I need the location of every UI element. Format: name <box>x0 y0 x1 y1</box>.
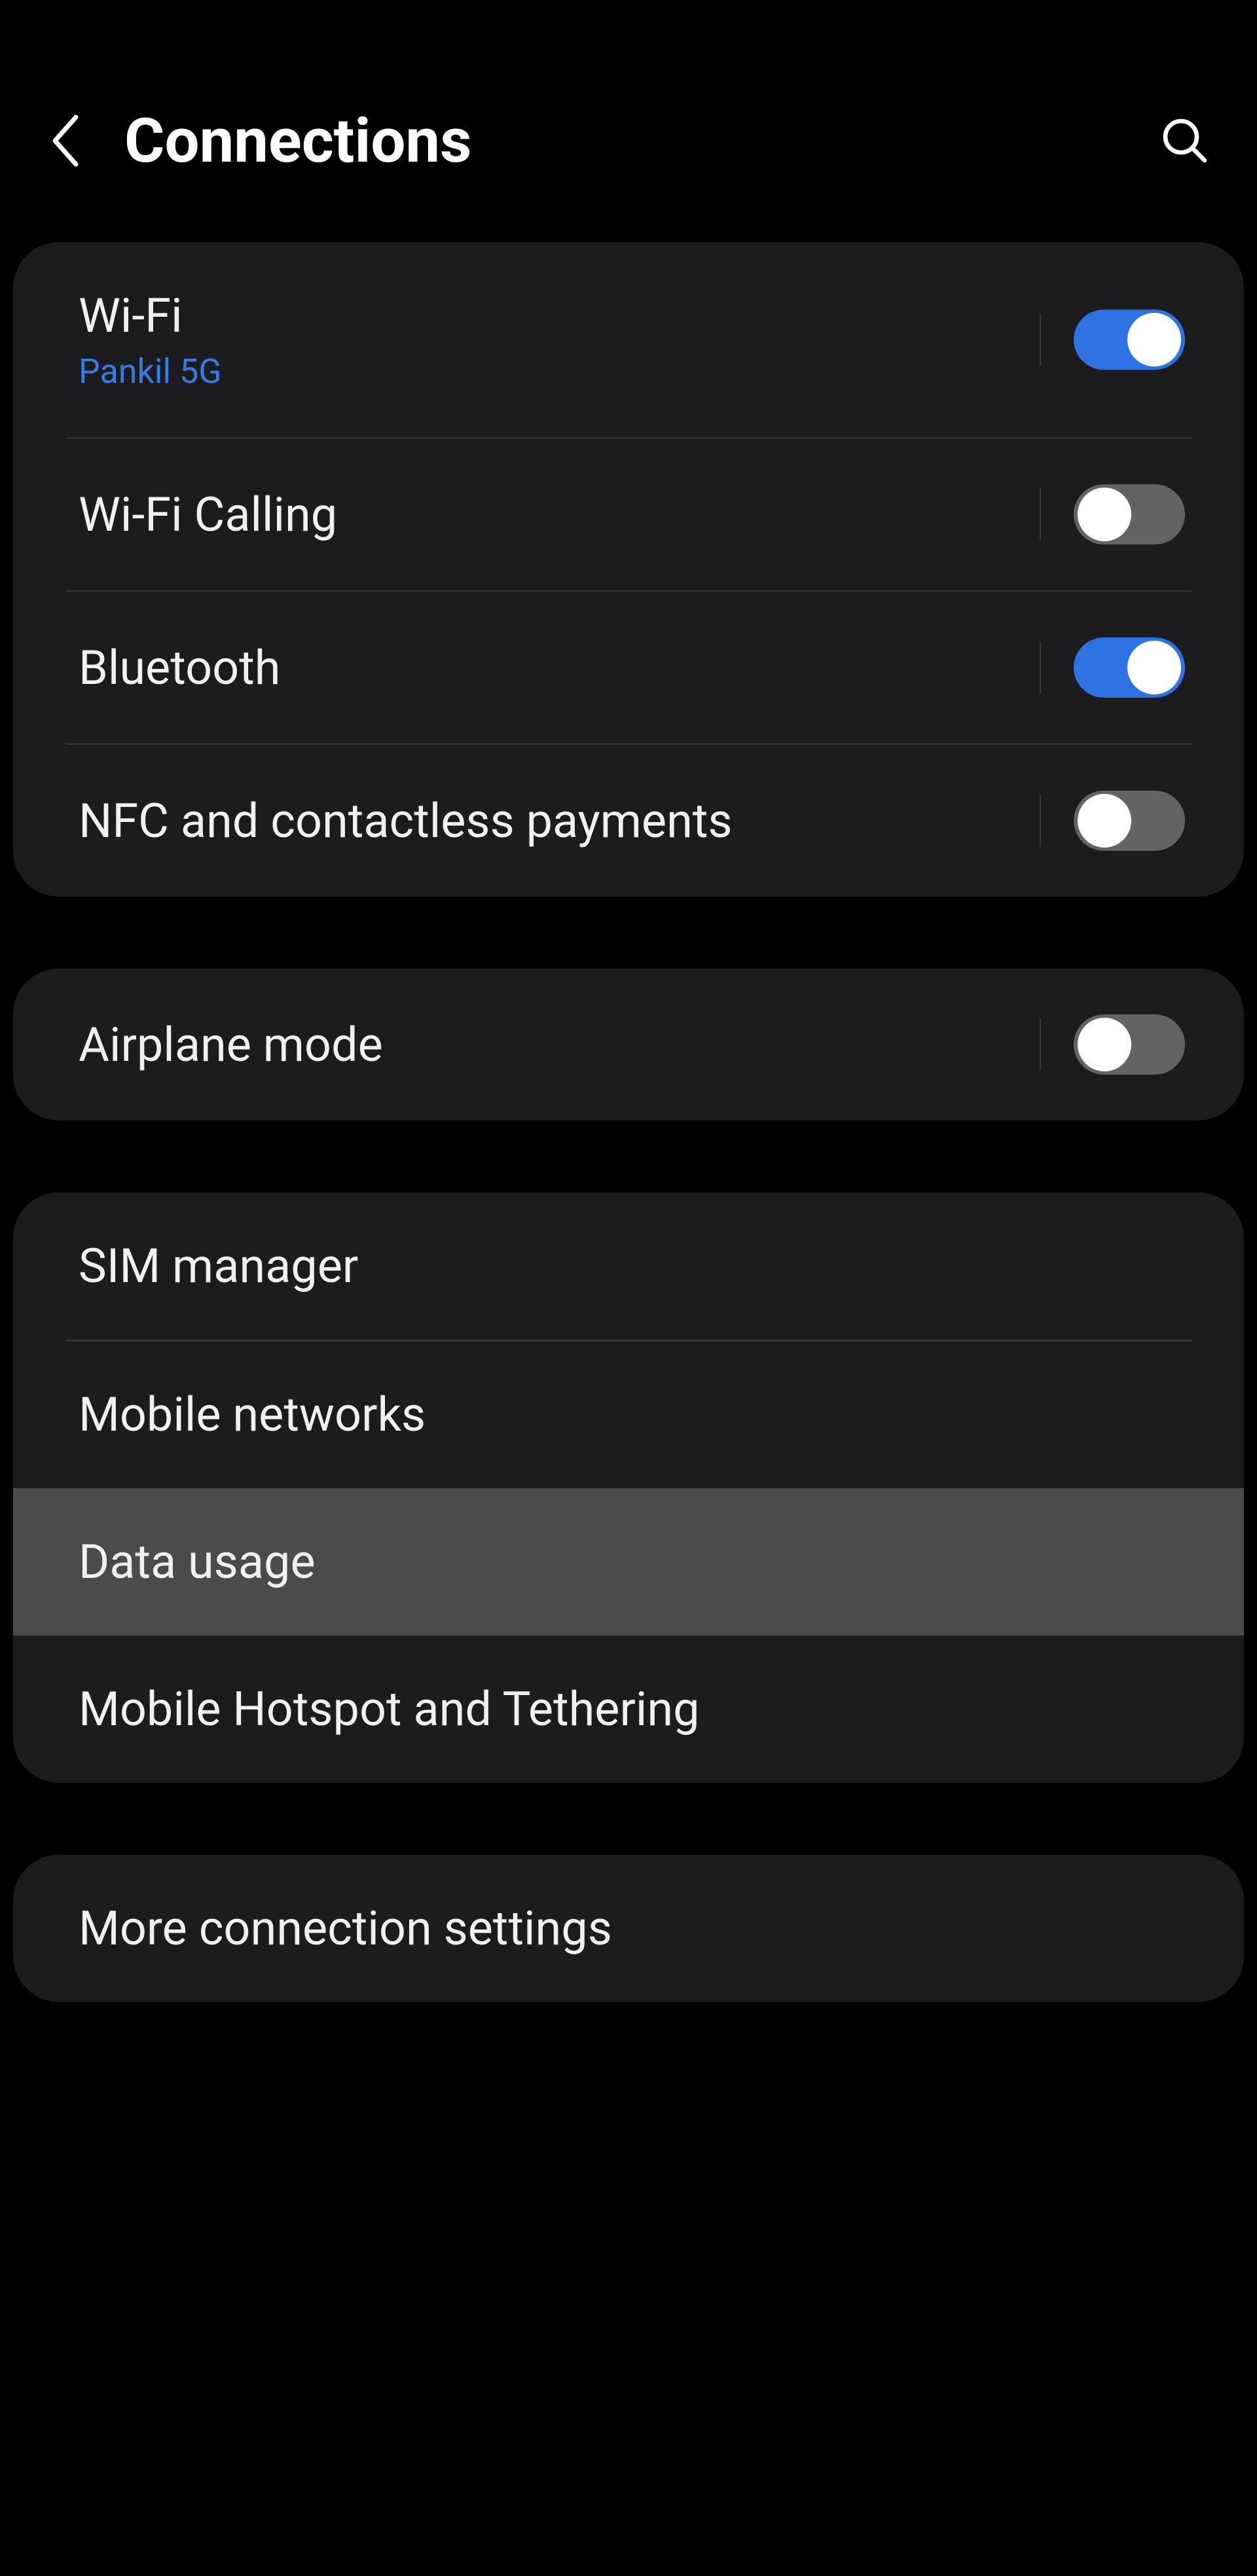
back-icon[interactable] <box>46 108 85 173</box>
divider <box>1040 313 1041 366</box>
bluetooth-row[interactable]: Bluetooth <box>13 592 1244 743</box>
airplane-mode-toggle[interactable] <box>1074 1014 1185 1075</box>
divider <box>1040 488 1041 541</box>
header: Connections <box>13 0 1244 242</box>
nfc-toggle[interactable] <box>1074 791 1185 851</box>
wifi-title: Wi-Fi <box>79 288 1040 344</box>
airplane-mode-title: Airplane mode <box>79 1017 1040 1073</box>
search-icon[interactable] <box>1159 115 1211 167</box>
bluetooth-title: Bluetooth <box>79 640 1040 696</box>
mobile-hotspot-row[interactable]: Mobile Hotspot and Tethering <box>13 1636 1244 1783</box>
divider <box>1040 641 1041 694</box>
bluetooth-toggle[interactable] <box>1074 637 1185 698</box>
data-usage-row[interactable]: Data usage <box>13 1488 1244 1636</box>
connections-group-2: Airplane mode <box>13 969 1244 1120</box>
wifi-calling-title: Wi-Fi Calling <box>79 487 1040 543</box>
connections-group-3: SIM manager Mobile networks Data usage M… <box>13 1192 1244 1783</box>
sim-manager-row[interactable]: SIM manager <box>13 1192 1244 1340</box>
mobile-networks-title: Mobile networks <box>79 1387 1185 1442</box>
mobile-hotspot-title: Mobile Hotspot and Tethering <box>79 1681 1185 1737</box>
sim-manager-title: SIM manager <box>79 1238 1185 1294</box>
wifi-calling-toggle[interactable] <box>1074 484 1185 545</box>
page-title: Connections <box>124 105 1120 177</box>
more-connection-settings-title: More connection settings <box>79 1901 1185 1956</box>
nfc-title: NFC and contactless payments <box>79 793 1040 849</box>
connections-group-4: More connection settings <box>13 1855 1244 2002</box>
divider <box>1040 1018 1041 1071</box>
airplane-mode-row[interactable]: Airplane mode <box>13 969 1244 1120</box>
more-connection-settings-row[interactable]: More connection settings <box>13 1855 1244 2002</box>
data-usage-title: Data usage <box>79 1534 1185 1590</box>
nfc-row[interactable]: NFC and contactless payments <box>13 745 1244 897</box>
wifi-row[interactable]: Wi-Fi Pankil 5G <box>13 242 1244 437</box>
connections-group-1: Wi-Fi Pankil 5G Wi-Fi Calling Bluetooth <box>13 242 1244 897</box>
wifi-calling-row[interactable]: Wi-Fi Calling <box>13 438 1244 590</box>
wifi-network: Pankil 5G <box>79 351 1040 391</box>
divider <box>1040 795 1041 847</box>
mobile-networks-row[interactable]: Mobile networks <box>13 1341 1244 1488</box>
wifi-toggle[interactable] <box>1074 310 1185 370</box>
